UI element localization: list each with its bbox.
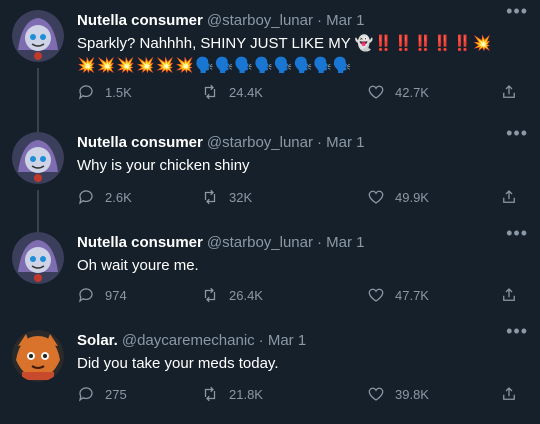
reply-icon: [79, 387, 93, 402]
share-icon: [503, 387, 515, 400]
thread-connector: [37, 68, 39, 122]
emoji-run: 💥💥💥💥💥💥🗣️🗣️🗣️🗣️🗣️🗣️🗣️🗣️: [77, 57, 353, 74]
heart-icon: [368, 288, 384, 302]
tweet[interactable]: Nutella consumer @starboy_lunar · Mar 1 …: [0, 222, 540, 320]
share-icon: [503, 288, 515, 301]
tweet-header: Solar. @daycaremechanic · Mar 1: [77, 332, 530, 349]
emoji-run: 👻‼️‼️‼️‼️‼️💥: [354, 35, 493, 52]
more-icon[interactable]: •••: [506, 124, 528, 142]
like-button[interactable]: 49.9K: [367, 188, 429, 206]
reply-button[interactable]: 974: [77, 286, 127, 304]
like-count: 47.7K: [395, 287, 429, 303]
like-count: 49.9K: [395, 189, 429, 205]
avatar-column: [12, 10, 68, 62]
reply-button[interactable]: 275: [77, 385, 127, 403]
like-count: 42.7K: [395, 84, 429, 100]
tweet-date[interactable]: · Mar 1: [317, 12, 365, 29]
tweet-content: Nutella consumer @starboy_lunar · Mar 1 …: [77, 134, 530, 177]
tweet-text-main: Sparkly? Nahhhh, SHINY JUST LIKE MY: [77, 35, 351, 52]
more-icon[interactable]: •••: [506, 224, 528, 242]
display-name[interactable]: Solar.: [77, 332, 118, 349]
retweet-button[interactable]: 21.8K: [201, 385, 263, 403]
more-icon[interactable]: •••: [506, 322, 528, 340]
like-count: 39.8K: [395, 386, 429, 402]
reply-icon: [79, 288, 93, 303]
retweet-button[interactable]: 26.4K: [201, 286, 263, 304]
retweet-button[interactable]: 24.4K: [201, 83, 263, 101]
share-button[interactable]: [500, 385, 518, 403]
avatar-column: [12, 132, 68, 184]
like-button[interactable]: 47.7K: [367, 286, 429, 304]
reply-icon: [79, 85, 93, 100]
retweet-icon: [204, 287, 216, 303]
heart-icon: [368, 190, 384, 204]
share-icon: [503, 190, 515, 203]
tweet-thread: Nutella consumer @starboy_lunar · Mar 1 …: [0, 0, 540, 424]
reply-count: 1.5K: [105, 84, 132, 100]
tweet-header: Nutella consumer @starboy_lunar · Mar 1: [77, 234, 530, 251]
thread-connector: [37, 190, 39, 222]
display-name[interactable]: Nutella consumer: [77, 12, 203, 29]
thread-connector: [37, 222, 39, 232]
share-button[interactable]: [500, 83, 518, 101]
tweet-content: Solar. @daycaremechanic · Mar 1 Did you …: [77, 332, 530, 375]
avatar[interactable]: [12, 232, 64, 284]
tweet-header: Nutella consumer @starboy_lunar · Mar 1: [77, 12, 530, 29]
tweet-date[interactable]: · Mar 1: [317, 234, 365, 251]
tweet-content: Nutella consumer @starboy_lunar · Mar 1 …: [77, 234, 530, 277]
display-name[interactable]: Nutella consumer: [77, 134, 203, 151]
share-icon: [503, 85, 515, 98]
heart-icon: [368, 387, 384, 401]
reply-button[interactable]: 1.5K: [77, 83, 132, 101]
share-button[interactable]: [500, 286, 518, 304]
retweet-button[interactable]: 32K: [201, 188, 252, 206]
tweet-content: Nutella consumer @starboy_lunar · Mar 1 …: [77, 12, 530, 77]
retweet-count: 26.4K: [229, 287, 263, 303]
reply-icon: [79, 190, 93, 205]
user-handle[interactable]: @starboy_lunar: [207, 134, 313, 151]
reply-count: 2.6K: [105, 189, 132, 205]
reply-count: 974: [105, 287, 127, 303]
tweet[interactable]: Nutella consumer @starboy_lunar · Mar 1 …: [0, 0, 540, 122]
retweet-icon: [204, 189, 216, 205]
user-handle[interactable]: @daycaremechanic: [122, 332, 255, 349]
retweet-icon: [204, 386, 216, 402]
retweet-count: 32K: [229, 189, 253, 205]
display-name[interactable]: Nutella consumer: [77, 234, 203, 251]
avatar[interactable]: [12, 132, 64, 184]
share-button[interactable]: [500, 188, 518, 206]
user-handle[interactable]: @starboy_lunar: [207, 234, 313, 251]
more-icon[interactable]: •••: [506, 2, 528, 20]
user-handle[interactable]: @starboy_lunar: [207, 12, 313, 29]
reply-button[interactable]: 2.6K: [77, 188, 132, 206]
tweet-date[interactable]: · Mar 1: [259, 332, 307, 349]
avatar[interactable]: [12, 10, 64, 62]
avatar[interactable]: [12, 330, 64, 382]
retweet-count: 21.8K: [229, 386, 263, 402]
retweet-count: 24.4K: [229, 84, 263, 100]
heart-icon: [368, 85, 384, 99]
avatar-column: [12, 330, 68, 382]
reply-count: 275: [105, 386, 127, 402]
retweet-icon: [204, 84, 216, 100]
thread-connector: [37, 122, 39, 132]
tweet-date[interactable]: · Mar 1: [317, 134, 365, 151]
like-button[interactable]: 39.8K: [367, 385, 429, 403]
tweet-text: Why is your chicken shiny: [77, 157, 250, 174]
tweet-header: Nutella consumer @starboy_lunar · Mar 1: [77, 134, 530, 151]
tweet[interactable]: Nutella consumer @starboy_lunar · Mar 1 …: [0, 122, 540, 222]
avatar-column: [12, 232, 68, 284]
tweet-text: Sparkly? Nahhhh, SHINY JUST LIKE MY 👻‼️‼…: [77, 33, 530, 77]
tweet[interactable]: Solar. @daycaremechanic · Mar 1 Did you …: [0, 320, 540, 424]
tweet-text: Oh wait youre me.: [77, 257, 199, 274]
like-button[interactable]: 42.7K: [367, 83, 429, 101]
tweet-text: Did you take your meds today.: [77, 355, 279, 372]
